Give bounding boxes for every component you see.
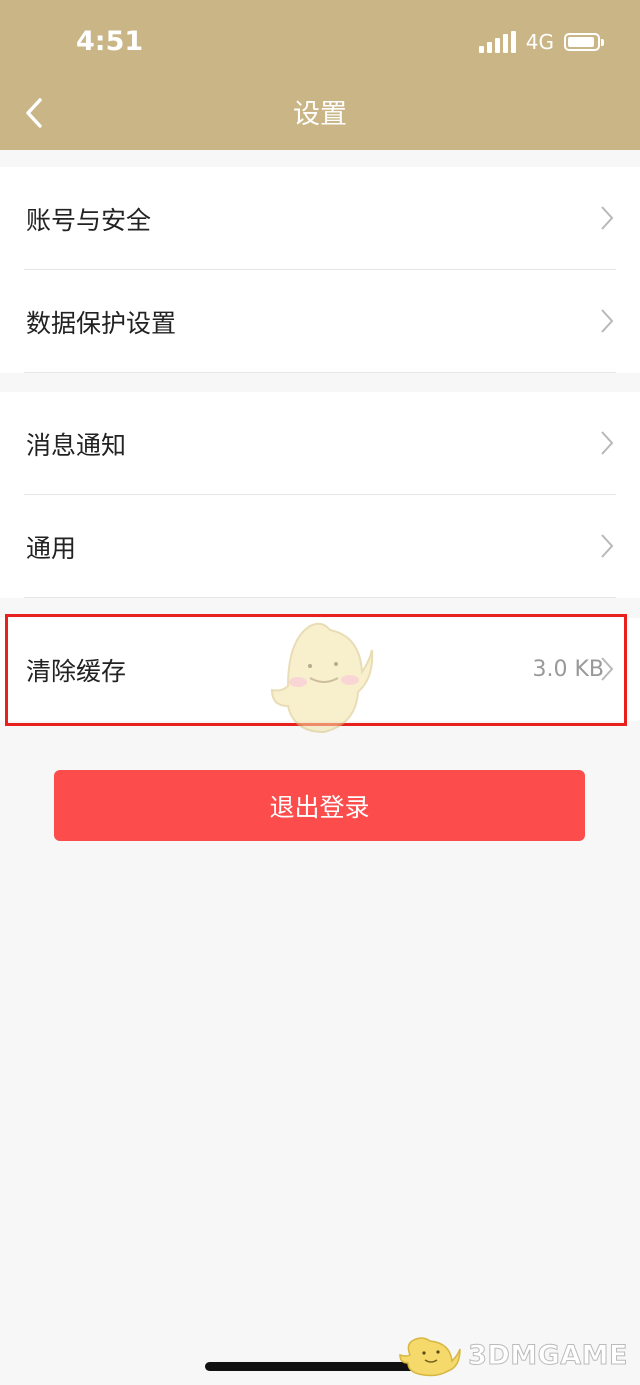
status-icons: 4G xyxy=(478,30,604,54)
status-time: 4:51 xyxy=(76,26,144,57)
settings-item-clear-cache[interactable]: 清除缓存 3.0 KB xyxy=(0,618,640,721)
settings-item-account-security[interactable]: 账号与安全 xyxy=(0,167,640,270)
watermark-text: 3DMGAME xyxy=(468,1339,628,1371)
settings-item-label: 清除缓存 xyxy=(26,656,127,686)
header-bar: 4:51 4G 设置 xyxy=(0,0,640,150)
settings-item-label: 数据保护设置 xyxy=(26,308,177,338)
chevron-right-icon xyxy=(600,430,614,456)
settings-group-general: 消息通知 通用 xyxy=(0,392,640,598)
chevron-right-icon xyxy=(600,205,614,231)
divider xyxy=(24,597,616,598)
chevron-right-icon xyxy=(600,308,614,334)
signal-icon xyxy=(478,31,516,53)
watermark: 3DMGAME xyxy=(398,1333,628,1377)
network-label: 4G xyxy=(525,30,554,54)
settings-item-notifications[interactable]: 消息通知 xyxy=(0,392,640,495)
settings-item-general[interactable]: 通用 xyxy=(0,495,640,598)
settings-group-account: 账号与安全 数据保护设置 xyxy=(0,167,640,373)
settings-item-label: 账号与安全 xyxy=(26,205,152,235)
chevron-right-icon xyxy=(600,533,614,559)
chevron-right-icon xyxy=(600,656,614,682)
cache-size-value: 3.0 KB xyxy=(532,657,605,682)
mascot-logo-icon xyxy=(399,1337,461,1377)
logout-button[interactable]: 退出登录 xyxy=(54,770,585,841)
battery-icon xyxy=(564,33,604,51)
settings-group-cache: 清除缓存 3.0 KB xyxy=(0,618,640,721)
settings-item-data-protection[interactable]: 数据保护设置 xyxy=(0,270,640,373)
settings-item-label: 通用 xyxy=(26,533,77,563)
page-title: 设置 xyxy=(293,99,347,130)
settings-item-label: 消息通知 xyxy=(26,430,127,460)
divider xyxy=(24,372,616,373)
